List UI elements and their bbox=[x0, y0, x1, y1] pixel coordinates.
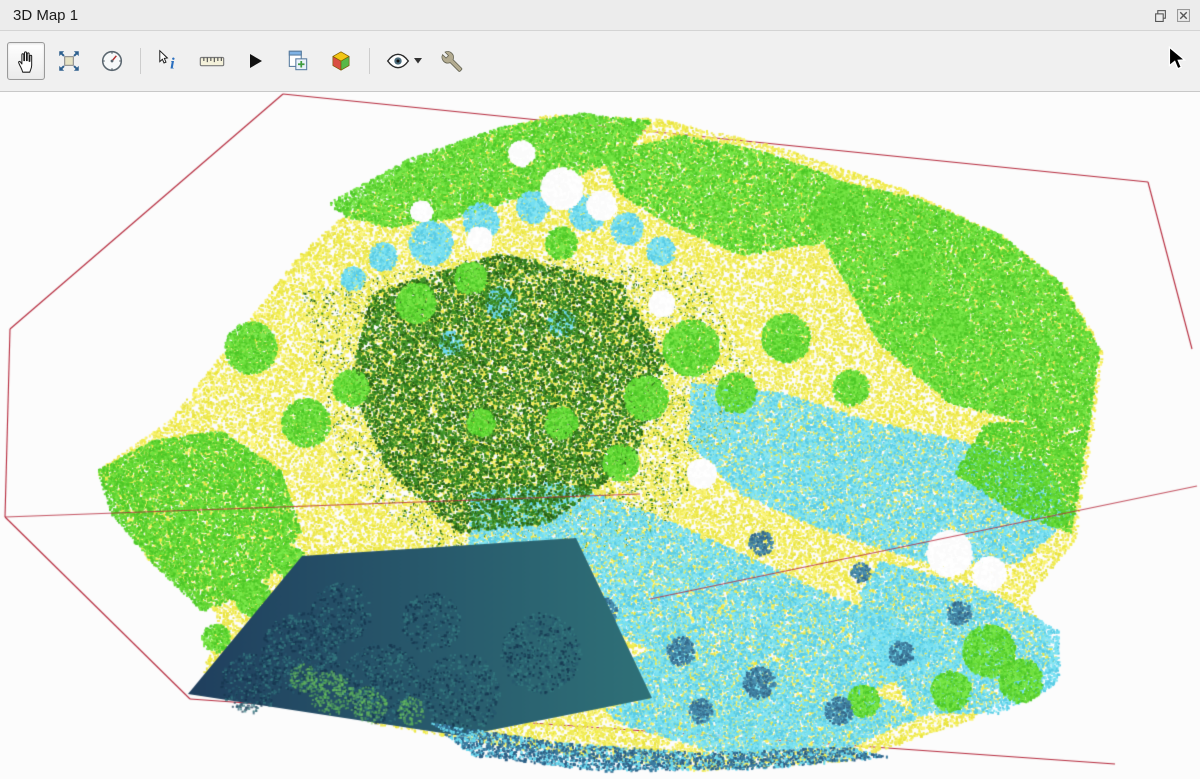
eye-effects-icon bbox=[385, 48, 411, 74]
panel-title: 3D Map 1 bbox=[13, 7, 78, 24]
close-icon bbox=[1177, 9, 1190, 22]
save-as-image-button[interactable] bbox=[279, 42, 317, 80]
3d-viewport[interactable] bbox=[0, 92, 1200, 779]
save-image-icon bbox=[285, 48, 311, 74]
window-controls bbox=[1153, 8, 1191, 23]
toolbar-separator bbox=[369, 48, 370, 74]
cube-3d-export-icon bbox=[328, 48, 354, 74]
camera-pan-button[interactable] bbox=[7, 42, 45, 80]
configure-button[interactable] bbox=[432, 42, 470, 80]
camera-rotation-button[interactable] bbox=[93, 42, 131, 80]
toolbar-separator bbox=[140, 48, 141, 74]
toolbar: i bbox=[0, 31, 1200, 92]
compass-icon bbox=[99, 48, 125, 74]
wrench-configure-icon bbox=[438, 48, 464, 74]
effects-button[interactable] bbox=[379, 42, 427, 80]
zoom-full-button[interactable] bbox=[50, 42, 88, 80]
identify-icon: i bbox=[156, 48, 182, 74]
dropdown-arrow-icon bbox=[414, 58, 422, 64]
measure-line-button[interactable] bbox=[193, 42, 231, 80]
measure-ruler-icon bbox=[198, 47, 226, 75]
export-3d-scene-button[interactable] bbox=[322, 42, 360, 80]
identify-button[interactable]: i bbox=[150, 42, 188, 80]
point-cloud-scene[interactable] bbox=[0, 92, 1200, 778]
svg-text:i: i bbox=[170, 55, 175, 73]
animations-button[interactable] bbox=[236, 42, 274, 80]
zoom-full-icon bbox=[56, 48, 82, 74]
float-window-icon bbox=[1154, 9, 1167, 22]
pan-hand-icon bbox=[13, 48, 40, 75]
play-animation-icon bbox=[243, 49, 267, 73]
close-button[interactable] bbox=[1176, 8, 1191, 23]
float-window-button[interactable] bbox=[1153, 8, 1168, 23]
titlebar[interactable]: 3D Map 1 bbox=[0, 0, 1200, 31]
3d-map-panel: 3D Map 1 bbox=[0, 0, 1200, 779]
